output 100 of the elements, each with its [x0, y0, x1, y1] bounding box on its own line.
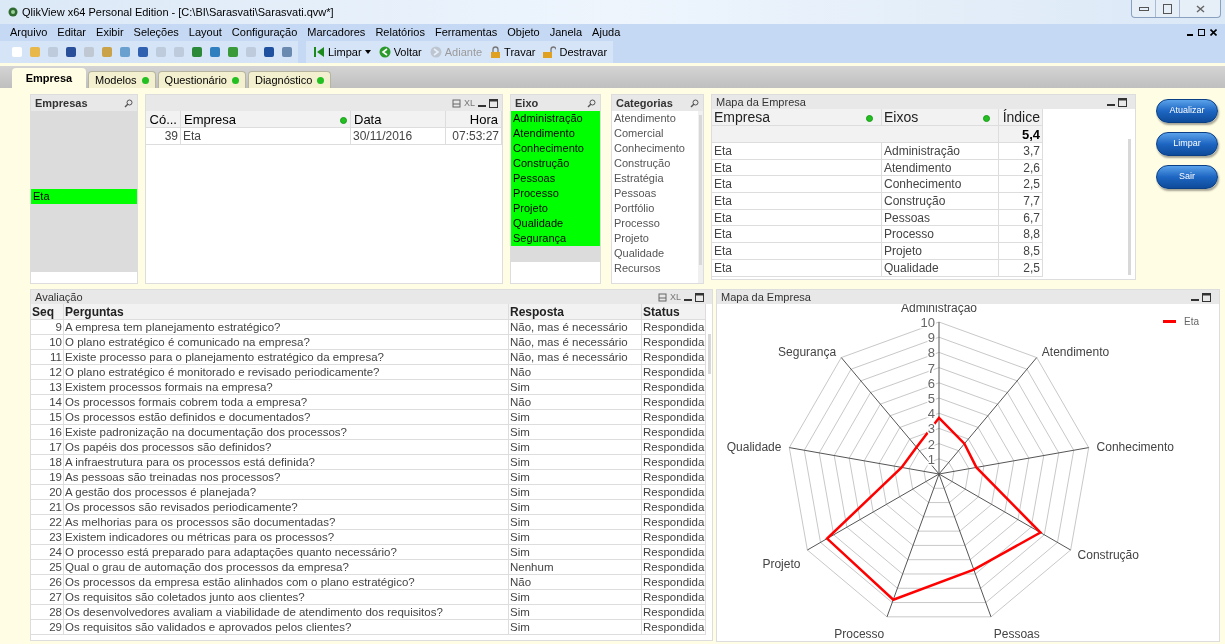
- sheet-tab[interactable]: Empresa: [12, 68, 86, 88]
- menu-item[interactable]: Editar: [57, 27, 87, 38]
- list-item[interactable]: Processo: [511, 186, 600, 201]
- table-cell: Qualidade: [882, 259, 999, 277]
- print-icon[interactable]: [452, 98, 461, 108]
- export-excel-button[interactable]: XL: [670, 292, 681, 302]
- menu-item[interactable]: Layout: [188, 27, 222, 38]
- table-cell: Sim: [509, 590, 642, 605]
- menu-item[interactable]: Seleções: [133, 27, 179, 38]
- table-cell: 16: [31, 425, 64, 440]
- print-icon[interactable]: [658, 292, 667, 302]
- column-header[interactable]: Seq: [31, 304, 64, 320]
- menu-item[interactable]: Marcadores: [307, 27, 366, 38]
- list-item[interactable]: Segurança: [511, 231, 600, 246]
- menu-item[interactable]: Arquivo: [10, 27, 48, 38]
- list-box-title: Eixo: [515, 95, 539, 111]
- close-document-icon[interactable]: [1210, 29, 1217, 36]
- axis-label: Projeto: [762, 557, 801, 571]
- table-cell: 14: [31, 395, 64, 410]
- table-cell: Respondida: [642, 470, 706, 485]
- table-cell: Processo: [882, 226, 999, 244]
- open-padlock-icon: [543, 46, 557, 58]
- table-cell: Respondida: [642, 605, 706, 620]
- table-cell: Nenhum: [509, 560, 642, 575]
- toolbar-button[interactable]: Travar: [490, 46, 536, 58]
- table-cell: 9: [31, 320, 64, 335]
- minimize-document-button[interactable]: [1187, 33, 1193, 36]
- maximize-icon[interactable]: [489, 98, 498, 108]
- sheet-tab[interactable]: Diagnóstico: [247, 71, 332, 88]
- scrollbar[interactable]: [698, 111, 703, 283]
- tick-label: 1: [927, 451, 935, 467]
- column-header[interactable]: Resposta: [509, 304, 642, 320]
- menu-item[interactable]: Relatórios: [375, 27, 425, 38]
- table-cell: Eta: [712, 193, 882, 210]
- tick-label: 7: [927, 360, 935, 376]
- table-cell: A empresa tem planejamento estratégico?: [64, 320, 509, 335]
- table-cell: Eta: [712, 209, 882, 227]
- column-header[interactable]: Índice: [999, 109, 1043, 126]
- list-item[interactable]: Construção: [511, 156, 600, 171]
- table-cell: Respondida: [642, 425, 706, 440]
- column-header[interactable]: Empresa: [712, 109, 882, 126]
- column-header[interactable]: Eixos: [882, 109, 999, 126]
- export-excel-button[interactable]: XL: [464, 98, 475, 108]
- column-header[interactable]: Empresa: [181, 111, 351, 128]
- maximize-icon[interactable]: [1202, 292, 1211, 302]
- column-header[interactable]: Status: [642, 304, 706, 320]
- total-cell: 5,4: [999, 126, 1043, 143]
- menu-item[interactable]: Ajuda: [592, 27, 621, 38]
- list-item[interactable]: Pessoas: [511, 171, 600, 186]
- app-logo-icon: [8, 7, 18, 17]
- sheet-tab[interactable]: Questionário: [157, 71, 246, 88]
- toolbar-button[interactable]: Voltar: [378, 46, 422, 58]
- table-cell: Sim: [509, 620, 642, 635]
- table-cell: 2,5: [999, 176, 1043, 194]
- maximize-icon[interactable]: [695, 292, 704, 302]
- tick-label: 4: [927, 406, 935, 422]
- list-item[interactable]: Eta: [31, 189, 137, 204]
- menu-item[interactable]: Janela: [549, 27, 583, 38]
- table-cell: 20: [31, 485, 64, 500]
- tick-label: 6: [927, 375, 935, 391]
- table-cell: 30/11/2016: [351, 128, 446, 145]
- list-item[interactable]: Atendimento: [511, 126, 600, 141]
- table-cell: Os processos formais cobrem toda a empresa?: [64, 395, 509, 410]
- panel-title: Mapa da Empresa: [721, 289, 811, 305]
- table-cell: Respondida: [642, 440, 706, 455]
- action-button[interactable]: Sair: [1156, 165, 1218, 189]
- table-cell: 15: [31, 410, 64, 425]
- toolbar-button[interactable]: Destravar: [543, 46, 608, 58]
- maximize-icon[interactable]: [1118, 97, 1127, 107]
- column-header[interactable]: Data: [351, 111, 446, 128]
- table-cell: O processo está preparado para adaptações quanto necessário?: [64, 545, 509, 560]
- action-button[interactable]: Atualizar: [1156, 99, 1218, 123]
- toolbar-button[interactable]: Limpar: [314, 46, 371, 58]
- list-item[interactable]: Conhecimento: [511, 141, 600, 156]
- table-cell: As melhorias para os processos são documentadas?: [64, 515, 509, 530]
- list-item[interactable]: Projeto: [511, 201, 600, 216]
- column-header[interactable]: Perguntas: [64, 304, 509, 320]
- column-header[interactable]: Hora: [446, 111, 502, 128]
- sheet-tab[interactable]: Modelos: [88, 71, 156, 88]
- action-button[interactable]: Limpar: [1156, 132, 1218, 156]
- list-item[interactable]: Administração: [511, 111, 600, 126]
- table-cell: Eta: [712, 259, 882, 277]
- table-cell: Qual o grau de automação dos processos da empresa?: [64, 560, 509, 575]
- column-header[interactable]: Có...: [146, 111, 181, 128]
- table-cell: Não, mas é necessário: [509, 350, 642, 365]
- table-cell: 8,8: [999, 226, 1043, 244]
- menu-item[interactable]: Ferramentas: [434, 27, 498, 38]
- clear-icon: [314, 46, 325, 58]
- table-cell: Existe processo para o planejamento estratégico da empresa?: [64, 350, 509, 365]
- table-cell: 24: [31, 545, 64, 560]
- table-cell: 13: [31, 380, 64, 395]
- table-cell: 12: [31, 365, 64, 380]
- menu-item[interactable]: Exibir: [96, 27, 124, 38]
- menu-item[interactable]: Objeto: [507, 27, 540, 38]
- table-cell: Sim: [509, 455, 642, 470]
- panel-title: Mapa da Empresa: [716, 94, 806, 110]
- list-item[interactable]: Qualidade: [511, 216, 600, 231]
- table-cell: 23: [31, 530, 64, 545]
- restore-document-button[interactable]: [1198, 29, 1205, 36]
- menu-item[interactable]: Configuração: [231, 27, 298, 38]
